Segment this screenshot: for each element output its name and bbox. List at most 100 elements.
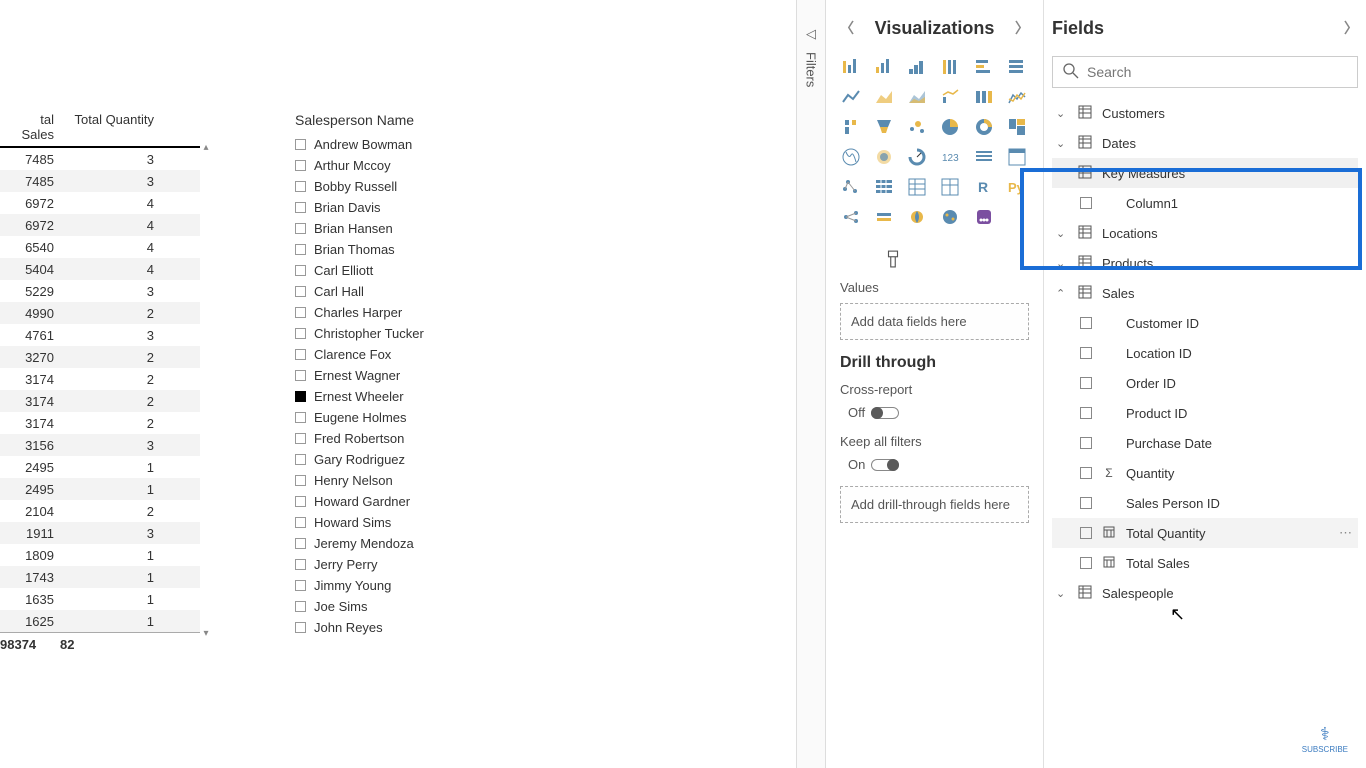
slicer-item[interactable]: Howard Sims [295, 512, 595, 533]
slicer-item[interactable]: Jimmy Young [295, 575, 595, 596]
checkbox-icon[interactable] [295, 622, 306, 633]
table-row[interactable]: 32702 [0, 346, 200, 368]
checkbox-icon[interactable] [295, 580, 306, 591]
slicer-item[interactable]: Howard Gardner [295, 491, 595, 512]
scroll-down-icon[interactable]: ▾ [200, 628, 212, 640]
keep-filters-toggle[interactable]: On [848, 457, 1029, 472]
viz-type-icon[interactable] [873, 176, 895, 198]
more-options-icon[interactable]: ⋯ [1339, 525, 1352, 541]
table-row[interactable]: 21042 [0, 500, 200, 522]
slicer-item[interactable]: Brian Thomas [295, 239, 595, 260]
checkbox-icon[interactable] [295, 265, 306, 276]
viz-type-icon[interactable] [873, 146, 895, 168]
viz-type-icon[interactable] [873, 206, 895, 228]
viz-type-icon[interactable] [906, 116, 928, 138]
slicer-item[interactable]: Eugene Holmes [295, 407, 595, 428]
checkbox-icon[interactable] [295, 328, 306, 339]
table-row[interactable]: 18091 [0, 544, 200, 566]
viz-type-icon[interactable] [973, 146, 995, 168]
table-row[interactable]: 17431 [0, 566, 200, 588]
table-row[interactable]: 65404 [0, 236, 200, 258]
column-header-qty[interactable]: Total Quantity [60, 108, 160, 146]
viz-type-icon[interactable] [973, 116, 995, 138]
checkbox-icon[interactable] [295, 244, 306, 255]
checkbox-icon[interactable] [295, 181, 306, 192]
checkbox-icon[interactable] [295, 139, 306, 150]
checkbox-icon[interactable] [295, 538, 306, 549]
values-dropzone[interactable]: Add data fields here [840, 303, 1029, 340]
field-sales-person-id[interactable]: Sales Person ID [1052, 488, 1358, 518]
table-row[interactable]: 31742 [0, 412, 200, 434]
vis-collapse-right-icon[interactable]: 〉 [1015, 18, 1029, 38]
field-checkbox[interactable] [1080, 407, 1092, 419]
checkbox-icon[interactable] [295, 223, 306, 234]
field-purchase-date[interactable]: Purchase Date [1052, 428, 1358, 458]
table-node-customers[interactable]: ⌄Customers [1052, 98, 1358, 128]
table-row[interactable]: 47613 [0, 324, 200, 346]
checkbox-icon[interactable] [295, 286, 306, 297]
slicer-item[interactable]: Carl Hall [295, 281, 595, 302]
viz-type-icon[interactable] [873, 56, 895, 78]
checkbox-icon[interactable] [295, 202, 306, 213]
slicer-item[interactable]: Ernest Wheeler [295, 386, 595, 407]
canvas-scrollbar[interactable] [782, 110, 788, 650]
viz-type-icon[interactable] [840, 176, 862, 198]
expand-filters-icon[interactable]: ◁ [806, 26, 816, 42]
field-total-sales[interactable]: Total Sales [1052, 548, 1358, 578]
scroll-up-icon[interactable]: ▴ [200, 142, 212, 154]
table-row[interactable]: 31563 [0, 434, 200, 456]
table-visual[interactable]: tal Sales Total Quantity 748537485369724… [0, 108, 200, 656]
table-node-products[interactable]: ⌄Products [1052, 248, 1358, 278]
table-row[interactable]: 49902 [0, 302, 200, 324]
field-customer-id[interactable]: Customer ID [1052, 308, 1358, 338]
field-order-id[interactable]: Order ID [1052, 368, 1358, 398]
checkbox-icon[interactable] [295, 307, 306, 318]
field-checkbox[interactable] [1080, 527, 1092, 539]
field-checkbox[interactable] [1080, 377, 1092, 389]
viz-type-icon[interactable] [973, 56, 995, 78]
viz-type-icon[interactable] [939, 116, 961, 138]
slicer-item[interactable]: Arthur Mccoy [295, 155, 595, 176]
field-quantity[interactable]: ΣQuantity [1052, 458, 1358, 488]
cross-report-toggle[interactable]: Off [848, 405, 1029, 420]
slicer-item[interactable]: Jeremy Mendoza [295, 533, 595, 554]
slicer-item[interactable]: John Reyes [295, 617, 595, 638]
field-location-id[interactable]: Location ID [1052, 338, 1358, 368]
slicer-item[interactable]: Ernest Wagner [295, 365, 595, 386]
slicer-item[interactable]: Joe Sims [295, 596, 595, 617]
field-checkbox[interactable] [1080, 197, 1092, 209]
slicer-item[interactable]: Jerry Perry [295, 554, 595, 575]
field-checkbox[interactable] [1080, 557, 1092, 569]
viz-type-icon[interactable] [939, 206, 961, 228]
table-scrollbar[interactable]: ▴ ▾ [200, 142, 212, 642]
viz-type-icon[interactable] [840, 146, 862, 168]
slicer-item[interactable]: Bobby Russell [295, 176, 595, 197]
checkbox-icon[interactable] [295, 433, 306, 444]
viz-type-icon[interactable] [906, 206, 928, 228]
checkbox-icon[interactable] [295, 496, 306, 507]
slicer-item[interactable]: Brian Hansen [295, 218, 595, 239]
search-input[interactable] [1087, 64, 1347, 80]
slicer-item[interactable]: Andrew Bowman [295, 134, 595, 155]
checkbox-icon[interactable] [295, 517, 306, 528]
viz-type-icon[interactable] [939, 56, 961, 78]
checkbox-icon[interactable] [295, 391, 306, 402]
field-total-quantity[interactable]: Total Quantity⋯ [1052, 518, 1358, 548]
table-row[interactable]: 24951 [0, 456, 200, 478]
table-row[interactable]: 16351 [0, 588, 200, 610]
table-row[interactable]: 19113 [0, 522, 200, 544]
viz-type-icon[interactable] [939, 176, 961, 198]
table-row[interactable]: 16251 [0, 610, 200, 632]
drillthrough-dropzone[interactable]: Add drill-through fields here [840, 486, 1029, 523]
field-column1[interactable]: Column1 [1052, 188, 1358, 218]
field-checkbox[interactable] [1080, 347, 1092, 359]
slicer-item[interactable]: Clarence Fox [295, 344, 595, 365]
checkbox-icon[interactable] [295, 370, 306, 381]
slicer-item[interactable]: Henry Nelson [295, 470, 595, 491]
field-checkbox[interactable] [1080, 437, 1092, 449]
format-tab-icon[interactable] [884, 250, 902, 271]
viz-type-icon[interactable] [873, 86, 895, 108]
field-checkbox[interactable] [1080, 317, 1092, 329]
viz-type-icon[interactable]: R [973, 176, 995, 198]
viz-type-icon[interactable] [1006, 146, 1028, 168]
